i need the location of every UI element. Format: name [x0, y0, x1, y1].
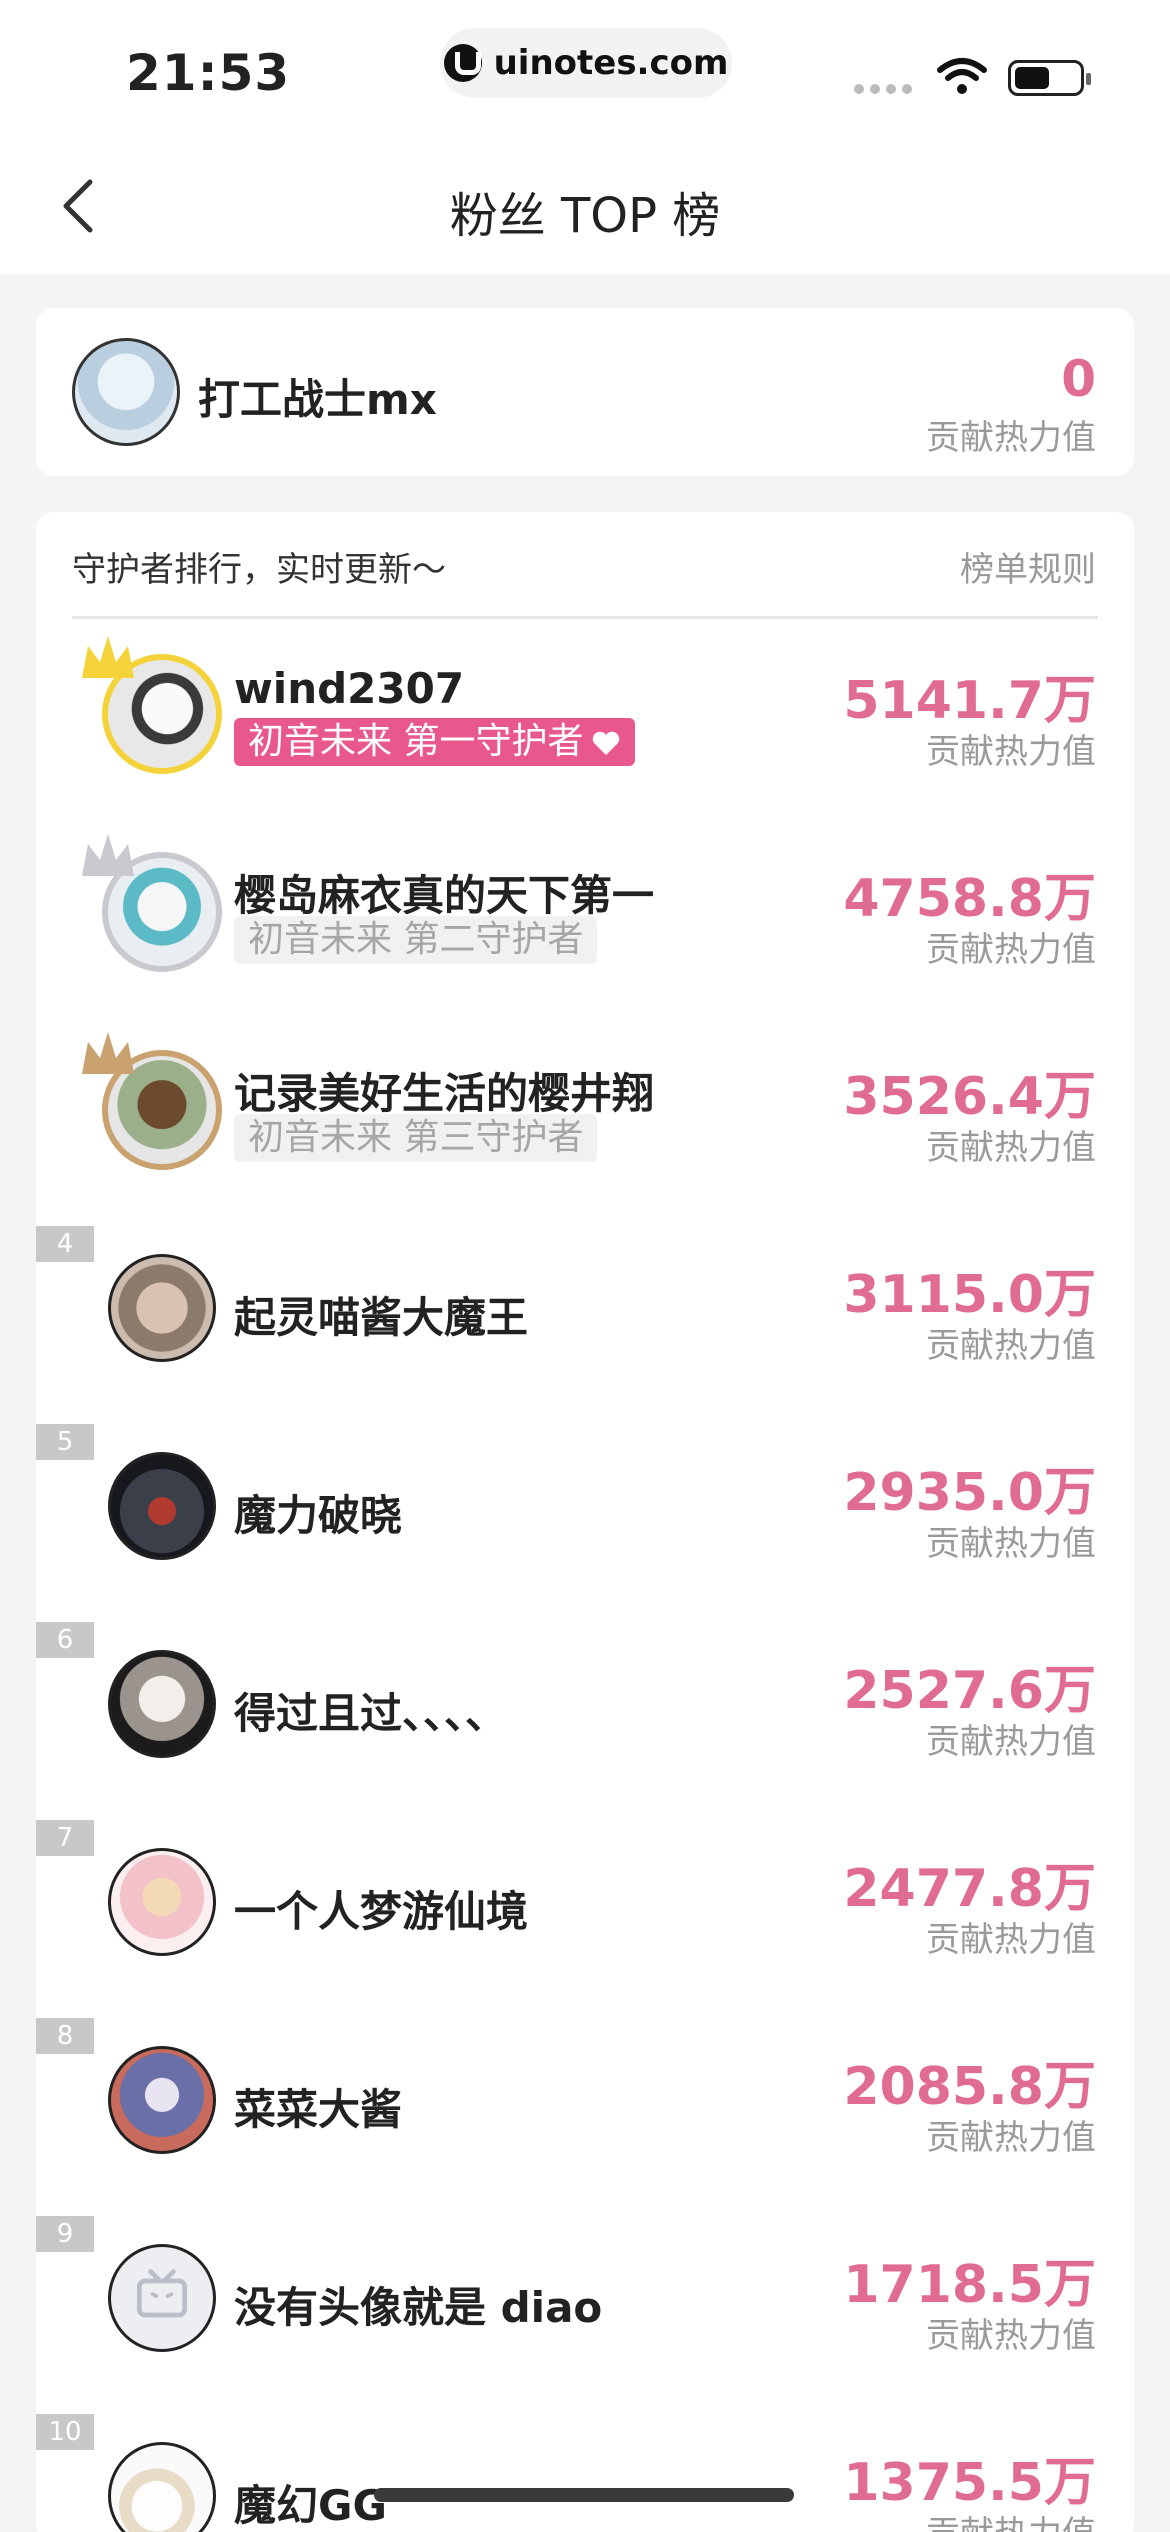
guardian-badge-label: 初音未来 第一守护者 [248, 721, 584, 762]
guardian-badge: 初音未来 第二守护者 [234, 916, 598, 964]
rank-number: 5 [36, 1424, 94, 1460]
rank-number: 9 [36, 2216, 94, 2252]
avatar[interactable] [108, 1650, 216, 1758]
avatar[interactable] [108, 1452, 216, 1560]
ranking-rules-link[interactable]: 榜单规则 [960, 542, 1096, 591]
contribution-label: 贡献热力值 [926, 1326, 1096, 1366]
contribution-value: 2935.0万 [843, 1463, 1096, 1523]
gold-crown-icon [82, 636, 134, 678]
user-name: 起灵喵酱大魔王 [234, 1293, 529, 1342]
contribution-label: 贡献热力值 [926, 2118, 1096, 2158]
contribution-value: 3526.4万 [843, 1067, 1096, 1127]
guardian-badge: 初音未来 第一守护者 [234, 718, 636, 766]
avatar[interactable] [72, 338, 180, 446]
my-contribution-label: 贡献热力值 [926, 418, 1096, 458]
user-name: 一个人梦游仙境 [234, 1887, 529, 1936]
user-name: wind2307 [234, 664, 465, 713]
contribution-value: 4758.8万 [843, 869, 1096, 929]
guardian-badge: 初音未来 第三守护者 [234, 1114, 598, 1162]
cellular-signal-icon [854, 84, 912, 94]
nav-bar: 粉丝 TOP 榜 [0, 140, 1170, 274]
contribution-label: 贡献热力值 [926, 1128, 1096, 1168]
ranking-row-3[interactable]: 记录美好生活的樱井翔 初音未来 第三守护者 3526.4万 贡献热力值 [36, 1028, 1134, 1226]
contribution-value: 3115.0万 [843, 1265, 1096, 1325]
user-name: 魔幻GG [234, 2481, 387, 2530]
contribution-value: 5141.7万 [843, 671, 1096, 731]
default-avatar-tv-icon [136, 2269, 188, 2318]
page-title: 粉丝 TOP 榜 [449, 188, 721, 244]
rank-number: 6 [36, 1622, 94, 1658]
ranking-list-card: 守护者排行，实时更新～ 榜单规则 wind2307 初音未来 第一守护者 514… [36, 512, 1134, 2532]
ranking-header: 守护者排行，实时更新～ [72, 550, 446, 590]
home-indicator[interactable] [374, 2488, 794, 2502]
contribution-label: 贡献热力值 [926, 1722, 1096, 1762]
status-bar: 21:53 uinotes.com [0, 0, 1170, 140]
avatar[interactable] [108, 2046, 216, 2154]
ranking-row-10[interactable]: 10 魔幻GG 1375.5万 贡献热力值 [36, 2414, 1134, 2532]
user-name: 魔力破晓 [234, 1491, 403, 1540]
ranking-row-7[interactable]: 7 一个人梦游仙境 2477.8万 贡献热力值 [36, 1820, 1134, 2018]
avatar[interactable] [108, 2442, 216, 2532]
site-logo-icon [443, 44, 482, 82]
contribution-value: 2527.6万 [843, 1661, 1096, 1721]
url-pill[interactable]: uinotes.com [440, 28, 732, 98]
my-username: 打工战士mx [198, 375, 437, 424]
contribution-value: 2085.8万 [843, 2057, 1096, 2117]
contribution-label: 贡献热力值 [926, 930, 1096, 970]
user-name: 得过且过、、、、 [234, 1689, 508, 1738]
contribution-value: 1718.5万 [843, 2255, 1096, 2315]
silver-crown-icon [82, 834, 134, 876]
url-text: uinotes.com [493, 43, 729, 83]
rank-number: 8 [36, 2018, 94, 2054]
avatar[interactable] [108, 2244, 216, 2352]
my-contribution-value: 0 [1061, 350, 1096, 408]
contribution-label: 贡献热力值 [926, 2316, 1096, 2356]
ranking-row-8[interactable]: 8 菜菜大酱 2085.8万 贡献热力值 [36, 2018, 1134, 2216]
contribution-label: 贡献热力值 [926, 732, 1096, 772]
ranking-row-4[interactable]: 4 起灵喵酱大魔王 3115.0万 贡献热力值 [36, 1226, 1134, 1424]
heart-icon [593, 731, 620, 755]
contribution-label: 贡献热力值 [926, 1920, 1096, 1960]
contribution-label: 贡献热力值 [926, 2506, 1096, 2532]
contribution-label: 贡献热力值 [926, 1524, 1096, 1564]
contribution-value: 2477.8万 [843, 1859, 1096, 1919]
contribution-value: 1375.5万 [843, 2453, 1096, 2513]
status-time: 21:53 [126, 44, 291, 102]
ranking-row-1[interactable]: wind2307 初音未来 第一守护者 5141.7万 贡献热力值 [36, 632, 1134, 830]
rank-number: 4 [36, 1226, 94, 1262]
avatar[interactable] [108, 1848, 216, 1956]
ranking-row-6[interactable]: 6 得过且过、、、、 2527.6万 贡献热力值 [36, 1622, 1134, 1820]
ranking-row-5[interactable]: 5 魔力破晓 2935.0万 贡献热力值 [36, 1424, 1134, 1622]
user-name: 樱岛麻衣真的天下第一 [234, 871, 655, 920]
wifi-icon [937, 58, 987, 94]
bronze-crown-icon [82, 1032, 134, 1074]
rank-number: 7 [36, 1820, 94, 1856]
divider [72, 616, 1098, 619]
user-name: 菜菜大酱 [234, 2085, 403, 2134]
ranking-row-2[interactable]: 樱岛麻衣真的天下第一 初音未来 第二守护者 4758.8万 贡献热力值 [36, 830, 1134, 1028]
avatar[interactable] [108, 1254, 216, 1362]
user-name: 没有头像就是 diao [234, 2283, 603, 2332]
my-contribution-card: 打工战士mx 0 贡献热力值 [36, 308, 1134, 476]
rank-number: 10 [36, 2414, 94, 2450]
battery-icon [1008, 60, 1091, 96]
ranking-row-9[interactable]: 9 没有头像就是 diao 1718.5万 贡献热力值 [36, 2216, 1134, 2414]
user-name: 记录美好生活的樱井翔 [234, 1069, 655, 1118]
